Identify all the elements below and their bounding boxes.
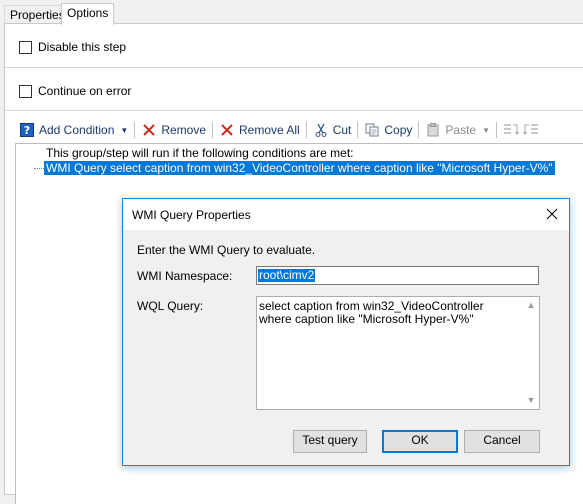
cut-label: Cut — [332, 123, 352, 137]
toolbar-separator — [496, 122, 498, 138]
chevron-down-icon[interactable]: ▼ — [526, 395, 536, 405]
chevron-down-icon: ▼ — [120, 125, 129, 135]
wql-query-text: select caption from win32_VideoControlle… — [259, 299, 484, 326]
help-question-icon: ? — [19, 122, 35, 138]
dialog-title: WMI Query Properties — [132, 208, 251, 222]
conditions-header: This group/step will run if the followin… — [46, 146, 354, 160]
cancel-button[interactable]: Cancel — [464, 430, 540, 453]
cut-button[interactable]: Cut — [313, 120, 352, 140]
toolbar-separator — [305, 122, 307, 138]
copy-label: Copy — [384, 123, 413, 137]
chevron-down-icon: ▼ — [482, 125, 491, 135]
remove-all-label: Remove All — [239, 123, 300, 137]
add-condition-button[interactable]: ? Add Condition ▼ — [19, 120, 128, 140]
copy-button[interactable]: Copy — [364, 120, 412, 140]
copy-icon — [364, 122, 380, 138]
divider — [5, 110, 583, 111]
outdent-button[interactable] — [523, 120, 543, 140]
scrollbar[interactable]: ▲ ▼ — [523, 297, 539, 409]
paste-button[interactable]: Paste ▼ — [425, 120, 490, 140]
namespace-label: WMI Namespace: — [137, 269, 233, 283]
namespace-input[interactable]: root\cimv2 — [256, 266, 539, 285]
tree-connector — [34, 168, 44, 169]
wql-query-textarea[interactable]: select caption from win32_VideoControlle… — [256, 296, 540, 410]
wmi-query-dialog: WMI Query Properties Enter the WMI Query… — [122, 198, 570, 466]
tab-options[interactable]: Options — [61, 3, 115, 25]
toolbar-separator — [418, 122, 420, 138]
continue-on-error-label: Continue on error — [38, 84, 132, 98]
red-x-icon — [141, 122, 157, 138]
toolbar-separator — [134, 122, 136, 138]
divider — [5, 67, 583, 68]
chevron-up-icon[interactable]: ▲ — [526, 300, 536, 310]
continue-on-error-row[interactable]: Continue on error — [19, 83, 131, 99]
continue-on-error-checkbox[interactable] — [19, 84, 32, 98]
condition-item[interactable]: WMI Query select caption from win32_Vide… — [44, 161, 555, 175]
toolbar-separator — [212, 122, 213, 138]
disable-step-checkbox[interactable] — [19, 40, 32, 54]
outdent-icon — [523, 122, 539, 138]
indent-button[interactable] — [503, 120, 523, 140]
remove-all-button[interactable]: Remove All — [219, 120, 300, 140]
dialog-titlebar: WMI Query Properties — [123, 199, 569, 230]
red-x-icon — [219, 122, 235, 138]
remove-button[interactable]: Remove — [141, 120, 206, 140]
disable-step-row[interactable]: Disable this step — [19, 39, 126, 55]
svg-text:?: ? — [24, 124, 30, 137]
wql-query-label: WQL Query: — [137, 299, 204, 313]
conditions-toolbar: ? Add Condition ▼ Remove Remove All Cut — [19, 119, 543, 141]
paste-label: Paste — [445, 123, 477, 137]
add-condition-label: Add Condition — [39, 123, 115, 137]
close-icon[interactable] — [543, 205, 561, 223]
remove-label: Remove — [161, 123, 206, 137]
indent-icon — [503, 122, 520, 138]
ok-button[interactable]: OK — [382, 430, 458, 453]
disable-step-label: Disable this step — [38, 40, 127, 54]
namespace-value: root\cimv2 — [258, 268, 316, 282]
clipboard-icon — [425, 122, 441, 138]
scissors-icon — [313, 122, 329, 138]
dialog-instruction: Enter the WMI Query to evaluate. — [137, 243, 316, 257]
test-query-button[interactable]: Test query — [293, 430, 367, 453]
toolbar-separator — [357, 122, 359, 138]
